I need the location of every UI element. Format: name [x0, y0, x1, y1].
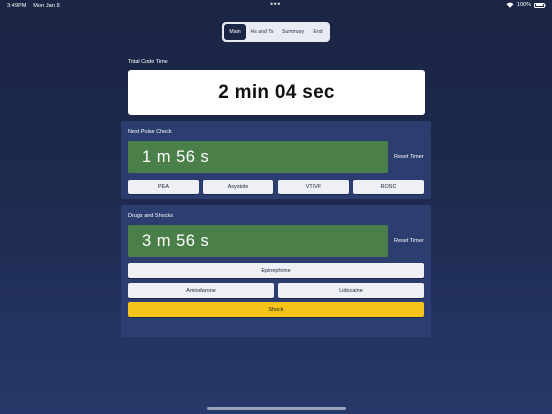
pulse-check-label: Next Pulse Check	[128, 129, 172, 135]
asystole-button[interactable]: Asystole	[203, 180, 273, 194]
multitasking-dots-icon[interactable]: •••	[270, 0, 281, 9]
pulse-reset-timer-button[interactable]: Reset Timer	[394, 154, 424, 160]
battery-percent: 100%	[516, 2, 531, 8]
drugs-shocks-label: Drugs and Shocks	[128, 213, 173, 219]
status-time: 3:49PM	[7, 3, 27, 9]
pulse-check-timer-value: 1 m 56 s	[142, 147, 210, 166]
status-date: Mon Jan 8	[33, 3, 60, 9]
tab-summary[interactable]: Summary	[278, 24, 308, 40]
status-bar-left: 3:49PM Mon Jan 8	[7, 3, 65, 9]
vt-vf-button[interactable]: VT/VF	[278, 180, 349, 194]
home-indicator[interactable]	[207, 407, 346, 410]
status-bar-right: 100%	[506, 2, 547, 8]
tab-main[interactable]: Main	[224, 24, 246, 40]
lidocaine-button[interactable]: Lidocaine	[278, 283, 424, 298]
rosc-button[interactable]: ROSC	[353, 180, 424, 194]
total-code-time-label: Total Code Time	[128, 59, 168, 65]
drugs-timer-value: 3 m 56 s	[142, 231, 210, 250]
pulse-check-timer: 1 m 56 s	[128, 141, 388, 173]
epinephrine-button[interactable]: Epinephrine	[128, 263, 424, 278]
drugs-reset-timer-button[interactable]: Reset Timer	[394, 238, 424, 244]
tab-end[interactable]: End	[308, 24, 328, 40]
total-code-time-display: 2 min 04 sec	[128, 70, 425, 115]
amiodarone-button[interactable]: Amiodarone	[128, 283, 274, 298]
shock-button[interactable]: Shock	[128, 302, 424, 317]
tab-hs-and-ts[interactable]: Hs and Ts	[246, 24, 278, 40]
battery-icon	[534, 2, 547, 8]
pea-button[interactable]: PEA	[128, 180, 199, 194]
wifi-icon	[506, 2, 514, 8]
tab-bar: Main Hs and Ts Summary End	[222, 22, 330, 42]
drugs-timer: 3 m 56 s	[128, 225, 388, 257]
total-code-time-value: 2 min 04 sec	[218, 81, 335, 103]
